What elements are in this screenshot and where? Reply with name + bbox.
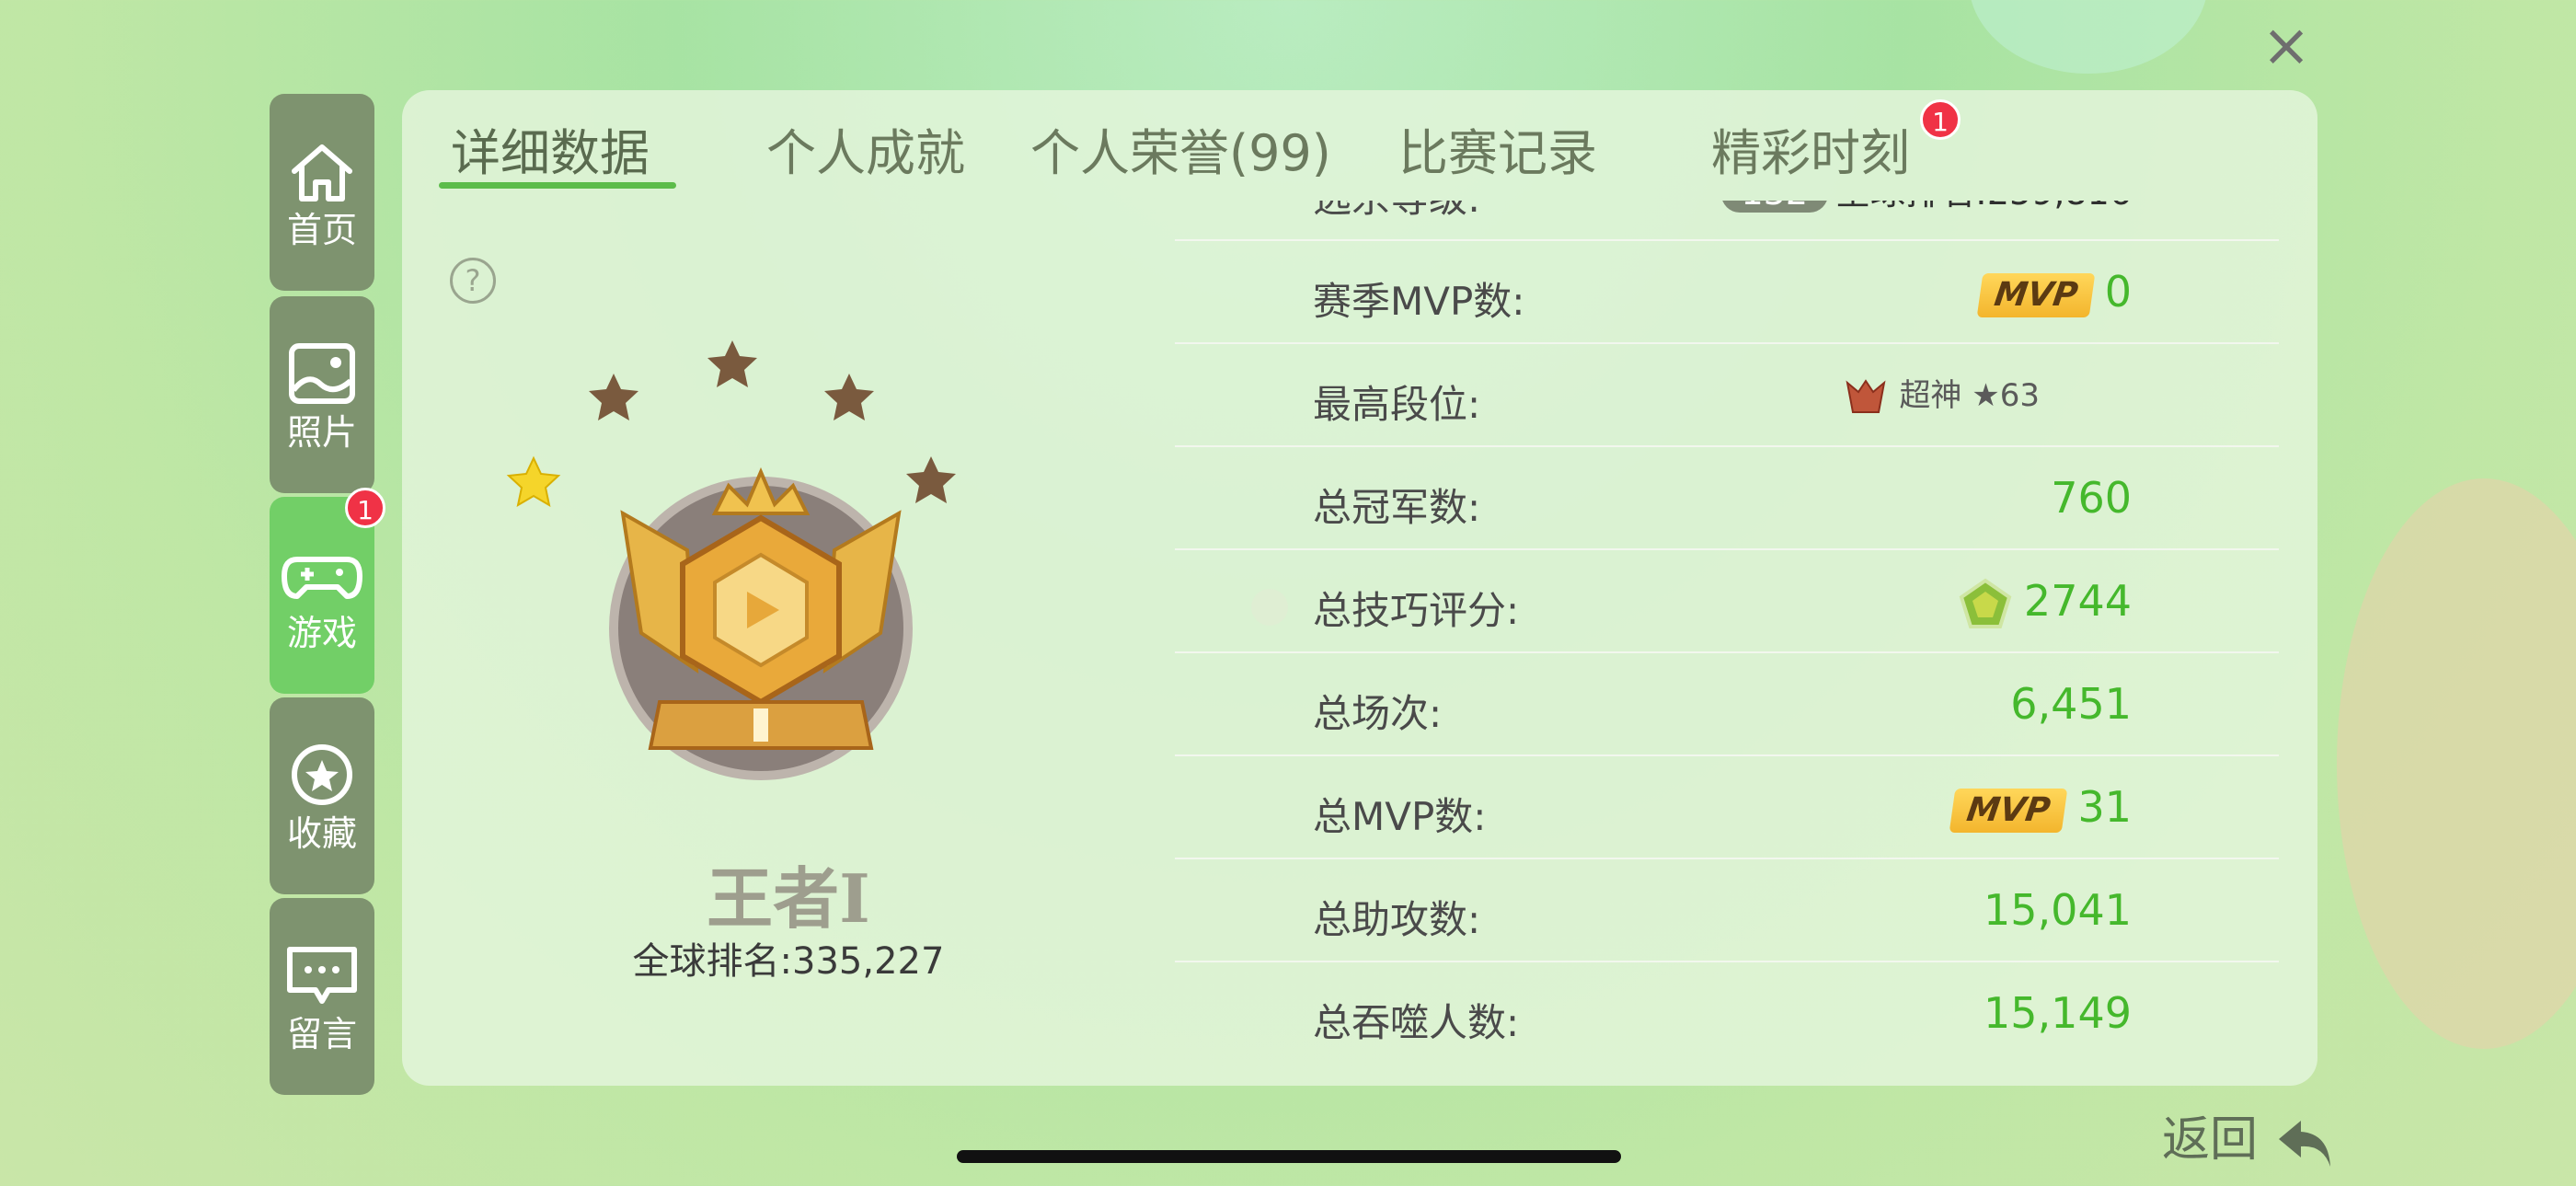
- notification-badge: 1: [1920, 99, 1961, 140]
- stat-label: 总冠军数:: [1313, 485, 1481, 530]
- stats-list: 逃杀等级: 132全球排名:259,816 赛季MVP数: MVP0 最高段位:…: [1175, 201, 2279, 1084]
- sidebar-item-favorites[interactable]: 收藏: [270, 697, 374, 894]
- stat-value: 15,149: [1984, 988, 2132, 1038]
- stat-row-skill-rating: 总技巧评分: 2744: [1175, 548, 2279, 653]
- notification-badge: 1: [345, 488, 385, 528]
- stat-value: 2744: [1956, 576, 2132, 632]
- bg-bubble: [1969, 0, 2208, 74]
- tab-achievements[interactable]: 个人成就: [766, 112, 965, 185]
- stats-panel: 详细数据 个人成就 个人荣誉(99) 比赛记录 精彩时刻 1 ? 王者Ⅰ 全球排…: [402, 90, 2317, 1086]
- rank-star-empty-icon: [707, 340, 757, 387]
- rank-medal-icon: [1846, 378, 1886, 413]
- home-indicator[interactable]: [957, 1150, 1621, 1163]
- level-badge: 132: [1720, 201, 1829, 213]
- stat-value-text: 超神 ★63: [1899, 377, 2040, 414]
- tab-detailed-data[interactable]: 详细数据: [451, 112, 650, 185]
- back-label: 返回: [2162, 1112, 2259, 1168]
- stat-value: 6,451: [2010, 679, 2132, 729]
- stat-value-text: 全球排名:259,816: [1835, 201, 2132, 213]
- tab-highlights[interactable]: 精彩时刻: [1711, 112, 1910, 185]
- stat-row-total-matches: 总场次: 6,451: [1175, 651, 2279, 756]
- stat-value-text: 31: [2077, 782, 2132, 832]
- gamepad-icon: [282, 557, 362, 599]
- stat-value: 760: [2051, 473, 2132, 523]
- stat-value: MVP 0: [1976, 267, 2132, 317]
- global-rank: 全球排名:335,227: [632, 940, 945, 983]
- sidebar-item-home[interactable]: 首页: [270, 94, 374, 291]
- stat-row-battle-royale-level: 逃杀等级: 132 全球排名:259,816: [1175, 201, 2279, 241]
- bg-bubble: [2337, 478, 2576, 1049]
- sidebar-item-messages[interactable]: 留言: [270, 898, 374, 1095]
- home-icon: [292, 144, 352, 202]
- rank-name: 王者Ⅰ: [707, 859, 870, 938]
- tab-bar: 详细数据 个人成就 个人荣誉(99) 比赛记录 精彩时刻 1: [402, 90, 2317, 201]
- stat-label: 总吞噬人数:: [1313, 1000, 1520, 1045]
- tab-match-history[interactable]: 比赛记录: [1398, 112, 1597, 185]
- stat-label: 总助攻数:: [1313, 897, 1481, 942]
- rank-star-empty-icon: [906, 456, 956, 503]
- mvp-badge: MVP: [1949, 788, 2068, 833]
- stat-row-season-mvp: 赛季MVP数: MVP 0: [1175, 239, 2279, 344]
- tab-honors[interactable]: 个人荣誉(99): [1030, 112, 1331, 185]
- stat-row-total-wins: 总冠军数: 760: [1175, 445, 2279, 550]
- stat-value-text: 0: [2104, 267, 2132, 317]
- active-tab-indicator: [439, 182, 676, 189]
- stat-label: 总MVP数:: [1313, 794, 1487, 839]
- close-button[interactable]: ×: [2259, 17, 2314, 75]
- sidebar-item-label: 收藏: [286, 813, 357, 854]
- sidebar-item-label: 留言: [286, 1014, 357, 1054]
- stat-value: MVP 31: [1949, 782, 2132, 833]
- stat-value: 132 全球排名:259,816: [1720, 201, 2132, 214]
- back-arrow-icon: [2278, 1121, 2330, 1167]
- stat-value: 超神 ★63: [1842, 370, 2040, 420]
- stat-label: 逃杀等级:: [1313, 201, 1480, 224]
- stat-row-total-assists: 总助攻数: 15,041: [1175, 858, 2279, 962]
- stat-value-text: 2744: [2023, 576, 2132, 626]
- sidebar-item-label: 游戏: [286, 613, 357, 653]
- help-icon[interactable]: ?: [450, 258, 496, 304]
- stat-row-total-mvp: 总MVP数: MVP 31: [1175, 754, 2279, 859]
- rank-star-empty-icon: [824, 374, 874, 420]
- sidebar-item-games[interactable]: 游戏 1: [270, 488, 385, 694]
- back-button[interactable]: 返回: [2162, 1100, 2338, 1170]
- sidebar-item-label: 首页: [286, 210, 357, 250]
- stat-label: 总技巧评分:: [1313, 588, 1520, 633]
- star-icon: [292, 744, 352, 805]
- photo-icon: [289, 343, 355, 404]
- stat-label: 总场次:: [1313, 691, 1443, 736]
- stat-label: 赛季MVP数:: [1313, 279, 1525, 324]
- sidebar-item-label: 照片: [286, 412, 357, 453]
- rank-emblem: [506, 340, 956, 780]
- stat-value: 15,041: [1984, 885, 2132, 935]
- message-icon: [287, 947, 357, 1004]
- skill-gem-icon: [1959, 578, 2012, 628]
- rank-star-filled-icon: [506, 455, 561, 508]
- sidebar-item-photos[interactable]: 照片: [270, 296, 374, 493]
- rank-star-empty-icon: [589, 374, 638, 420]
- stat-row-total-devoured: 总吞噬人数: 15,149: [1175, 961, 2279, 1064]
- stat-label: 最高段位:: [1313, 382, 1481, 427]
- mvp-badge: MVP: [1976, 272, 2096, 317]
- stat-row-highest-rank: 最高段位: 超神 ★63: [1175, 342, 2279, 447]
